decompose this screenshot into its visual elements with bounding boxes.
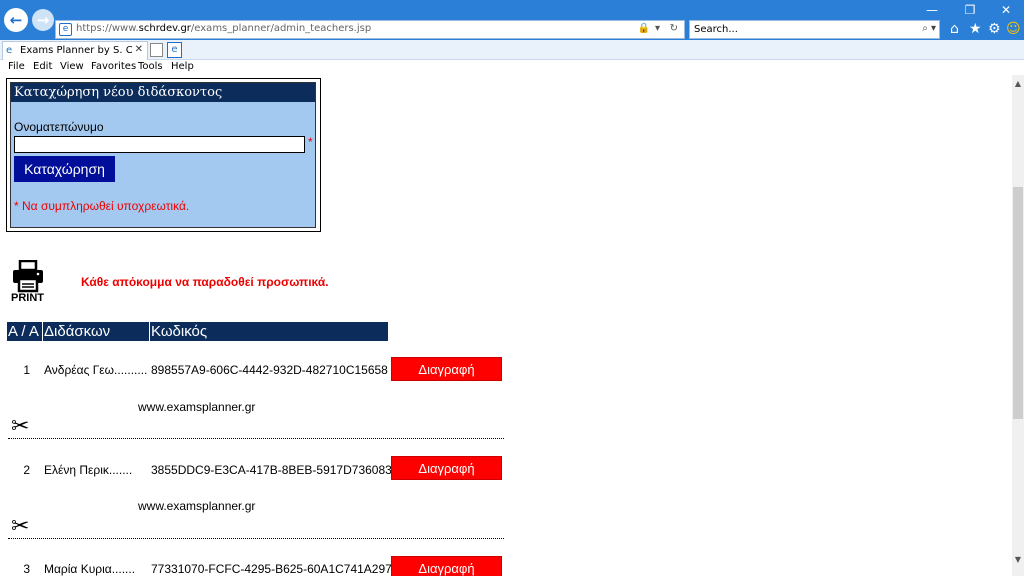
scissors-icon: ✂ <box>11 413 30 438</box>
scissors-icon: ✂ <box>11 513 30 538</box>
name-input[interactable] <box>14 136 305 153</box>
scroll-thumb[interactable] <box>1013 187 1023 419</box>
header-code: Κωδικός <box>150 322 388 341</box>
submit-button[interactable]: Καταχώρηση <box>14 156 115 182</box>
row-1-number: 1 <box>23 363 30 377</box>
smiley-feedback-icon[interactable]: ☺ <box>1006 21 1021 37</box>
row-2-code: 3855DDC9-E3CA-417B-8BEB-5917D7360839 <box>151 463 399 477</box>
lock-icon: 🔒 <box>637 23 650 34</box>
menu-help[interactable]: Help <box>171 61 194 72</box>
tab-title: Exams Planner by S. CHR S... <box>20 45 132 56</box>
search-box[interactable]: Search... ⌕ ▾ <box>689 20 940 39</box>
ie-page-icon[interactable]: e <box>167 42 182 58</box>
tab-close-icon[interactable]: ✕ <box>135 44 143 55</box>
page-content: Καταχώρηση νέου διδάσκοντος Ονοματεπώνυμ… <box>0 75 1012 576</box>
row-2-number: 2 <box>23 463 30 477</box>
home-icon[interactable]: ⌂ <box>950 21 959 37</box>
dropdown-icon[interactable]: ▾ <box>655 23 660 34</box>
search-icon[interactable]: ⌕ ▾ <box>922 23 936 34</box>
required-note: * Να συμπληρωθεί υποχρεωτικά. <box>14 199 190 213</box>
menu-favorites[interactable]: Favorites <box>91 61 136 72</box>
refresh-icon[interactable]: ↻ <box>670 23 678 34</box>
cut-line <box>8 438 504 439</box>
restore-icon[interactable]: ❐ <box>955 2 985 18</box>
form-panel: Καταχώρηση νέου διδάσκοντος Ονοματεπώνυμ… <box>10 82 316 228</box>
row-1-code: 898557A9-606C-4442-932D-482710C15658 <box>151 363 388 377</box>
row-2-name: Ελένη Περικ....... <box>44 463 133 477</box>
row-3-code: 77331070-FCFC-4295-B625-60A1C741A297 <box>151 562 392 576</box>
required-mark: * <box>308 135 313 149</box>
name-field-label: Ονοματεπώνυμο <box>14 120 104 134</box>
tab-bar: e Exams Planner by S. CHR S... ✕ e <box>0 40 1024 60</box>
row-2-site: www.examsplanner.gr <box>138 499 256 513</box>
minimize-icon[interactable]: — <box>917 2 947 18</box>
row-1-delete-button[interactable]: Διαγραφή <box>391 357 502 381</box>
search-placeholder: Search... <box>694 24 738 35</box>
row-3-number: 3 <box>23 562 30 576</box>
menu-view[interactable]: View <box>60 61 84 72</box>
tab-active[interactable]: e Exams Planner by S. CHR S... ✕ <box>2 41 148 60</box>
row-1-name: Ανδρέας Γεω.......... <box>44 363 148 377</box>
page-icon: e <box>59 23 72 36</box>
row-2-delete-button[interactable]: Διαγραφή <box>391 456 502 480</box>
browser-titlebar: ← → e https://www.schrdev.gr/exams_plann… <box>0 0 1024 40</box>
settings-gear-icon[interactable]: ⚙ <box>988 21 1001 37</box>
header-teacher: Διδάσκων <box>43 322 149 341</box>
close-window-icon[interactable]: ✕ <box>991 2 1021 18</box>
menu-bar: File Edit View Favorites Tools Help <box>0 60 1024 75</box>
notice-text: Κάθε απόκομμα να παραδοθεί προσωπικά. <box>81 275 329 289</box>
vertical-scrollbar[interactable]: ▲ ▼ <box>1012 75 1024 576</box>
menu-edit[interactable]: Edit <box>33 61 52 72</box>
address-url: https://www.schrdev.gr/exams_planner/adm… <box>76 23 372 34</box>
new-tab-icon[interactable] <box>150 43 163 57</box>
row-3-delete-button[interactable]: Διαγραφή <box>391 556 502 576</box>
scroll-up-arrow-icon[interactable]: ▲ <box>1012 79 1024 88</box>
menu-tools[interactable]: Tools <box>138 61 163 72</box>
new-teacher-form: Καταχώρηση νέου διδάσκοντος Ονοματεπώνυμ… <box>6 78 321 232</box>
back-arrow-icon[interactable]: ← <box>4 8 28 32</box>
form-title: Καταχώρηση νέου διδάσκοντος <box>11 83 315 102</box>
forward-arrow-icon[interactable]: → <box>32 9 54 31</box>
header-index: Α / Α <box>7 322 42 341</box>
row-1-site: www.examsplanner.gr <box>138 400 256 414</box>
address-bar[interactable]: e https://www.schrdev.gr/exams_planner/a… <box>55 20 685 39</box>
tab-favicon-icon: e <box>6 45 13 56</box>
cut-line <box>8 538 504 539</box>
print-label[interactable]: PRINT <box>11 292 44 304</box>
printer-icon[interactable] <box>11 260 45 293</box>
menu-file[interactable]: File <box>8 61 25 72</box>
row-3-name: Μαρία Κυρια....... <box>44 562 136 576</box>
favorites-star-icon[interactable]: ★ <box>969 21 982 37</box>
scroll-down-arrow-icon[interactable]: ▼ <box>1012 555 1024 564</box>
